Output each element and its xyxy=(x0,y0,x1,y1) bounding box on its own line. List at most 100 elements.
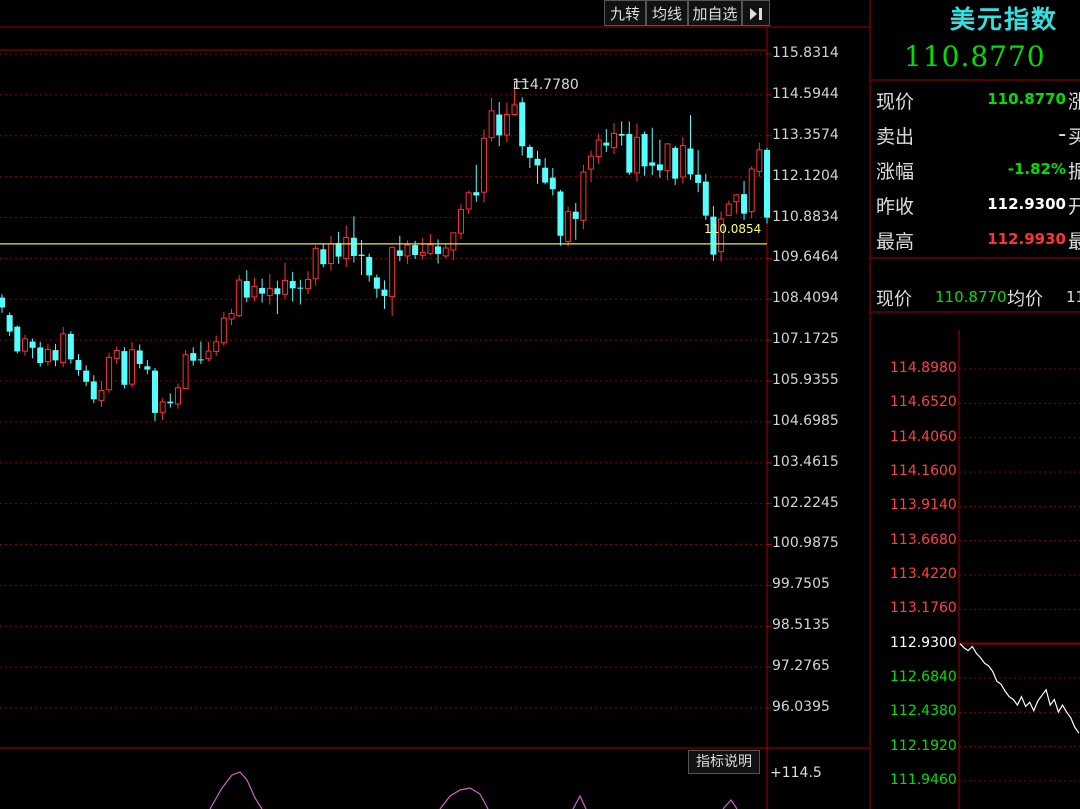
candle[interactable] xyxy=(6,312,13,336)
candle[interactable] xyxy=(572,203,579,240)
candle[interactable] xyxy=(121,347,128,389)
candle[interactable] xyxy=(335,231,342,264)
candle[interactable] xyxy=(519,97,526,156)
candle[interactable] xyxy=(297,279,304,305)
candle[interactable] xyxy=(327,235,334,271)
candle[interactable] xyxy=(320,244,327,268)
candle[interactable] xyxy=(190,347,197,366)
candle[interactable] xyxy=(14,325,21,354)
candle[interactable] xyxy=(90,375,97,403)
candle[interactable] xyxy=(542,158,549,185)
candle[interactable] xyxy=(350,216,357,263)
candle[interactable] xyxy=(595,133,602,164)
candle[interactable] xyxy=(381,280,388,309)
candle[interactable] xyxy=(228,308,235,326)
candle[interactable] xyxy=(656,139,663,178)
indicator-info-button[interactable]: 指标说明 xyxy=(688,750,760,774)
candle[interactable] xyxy=(633,123,640,182)
candlestick-series[interactable] xyxy=(0,88,770,422)
candle[interactable] xyxy=(343,225,350,267)
candle[interactable] xyxy=(733,194,740,214)
candle[interactable] xyxy=(389,246,396,316)
candle[interactable] xyxy=(611,123,617,155)
intraday-chart[interactable] xyxy=(958,330,1080,809)
candle[interactable] xyxy=(251,277,258,301)
candle[interactable] xyxy=(756,142,763,177)
candle[interactable] xyxy=(113,346,120,364)
candle[interactable] xyxy=(266,274,273,305)
candle[interactable] xyxy=(419,238,426,260)
candle[interactable] xyxy=(687,115,694,180)
candle[interactable] xyxy=(0,294,5,313)
candle[interactable] xyxy=(373,274,380,298)
candle[interactable] xyxy=(282,262,289,300)
candle[interactable] xyxy=(67,331,74,364)
candle[interactable] xyxy=(748,166,755,219)
candle[interactable] xyxy=(144,360,151,375)
candle[interactable] xyxy=(220,311,227,347)
candle[interactable] xyxy=(580,164,587,230)
candle[interactable] xyxy=(243,270,250,303)
candle[interactable] xyxy=(725,200,732,216)
candle[interactable] xyxy=(305,271,311,294)
candle[interactable] xyxy=(473,164,480,202)
junxian-button[interactable]: 均线 xyxy=(646,0,688,26)
candle[interactable] xyxy=(236,275,243,318)
candle[interactable] xyxy=(29,338,36,359)
candle[interactable] xyxy=(75,354,82,376)
candle[interactable] xyxy=(549,168,556,196)
add-favorite-button[interactable]: 加自选 xyxy=(688,0,742,26)
candle[interactable] xyxy=(496,101,503,147)
collapse-right-button[interactable] xyxy=(742,0,770,26)
candle[interactable] xyxy=(427,234,434,255)
candle[interactable] xyxy=(718,211,725,262)
candle[interactable] xyxy=(106,352,113,393)
jiuzhuan-button[interactable]: 九转 xyxy=(604,0,646,26)
candle[interactable] xyxy=(695,150,702,193)
intraday-price-line[interactable] xyxy=(959,643,1080,734)
candle[interactable] xyxy=(152,367,158,422)
candle[interactable] xyxy=(488,97,495,142)
candle[interactable] xyxy=(618,121,625,146)
candle[interactable] xyxy=(21,334,28,356)
candle[interactable] xyxy=(672,145,679,185)
candle[interactable] xyxy=(458,204,464,240)
candle[interactable] xyxy=(205,342,212,362)
candle[interactable] xyxy=(442,243,449,258)
candle[interactable] xyxy=(129,342,136,388)
candle[interactable] xyxy=(197,341,204,364)
candle[interactable] xyxy=(702,173,709,220)
candle[interactable] xyxy=(503,102,510,143)
candle[interactable] xyxy=(534,150,541,184)
candle[interactable] xyxy=(213,335,220,356)
candle[interactable] xyxy=(588,150,595,182)
candle[interactable] xyxy=(83,365,90,387)
candle[interactable] xyxy=(136,344,143,369)
candle[interactable] xyxy=(664,142,671,181)
candle[interactable] xyxy=(159,398,166,421)
candle[interactable] xyxy=(396,235,403,262)
candle[interactable] xyxy=(44,344,51,366)
candle[interactable] xyxy=(37,341,44,367)
candle[interactable] xyxy=(289,271,296,302)
candle[interactable] xyxy=(358,240,365,276)
candle[interactable] xyxy=(167,393,174,408)
candle[interactable] xyxy=(465,190,472,214)
candle[interactable] xyxy=(52,343,59,367)
candle[interactable] xyxy=(450,232,457,261)
candle[interactable] xyxy=(366,253,373,282)
candle[interactable] xyxy=(480,129,487,203)
candle[interactable] xyxy=(312,245,319,286)
candle[interactable] xyxy=(641,131,648,176)
candle[interactable] xyxy=(565,206,572,247)
candle[interactable] xyxy=(60,326,67,368)
candle[interactable] xyxy=(741,180,748,220)
candle[interactable] xyxy=(557,189,564,246)
candle[interactable] xyxy=(174,383,181,409)
candle[interactable] xyxy=(603,129,610,152)
candle[interactable] xyxy=(182,349,189,390)
candle[interactable] xyxy=(435,239,442,264)
candle[interactable] xyxy=(526,144,533,169)
candle[interactable] xyxy=(98,381,105,407)
candle[interactable] xyxy=(274,280,281,315)
